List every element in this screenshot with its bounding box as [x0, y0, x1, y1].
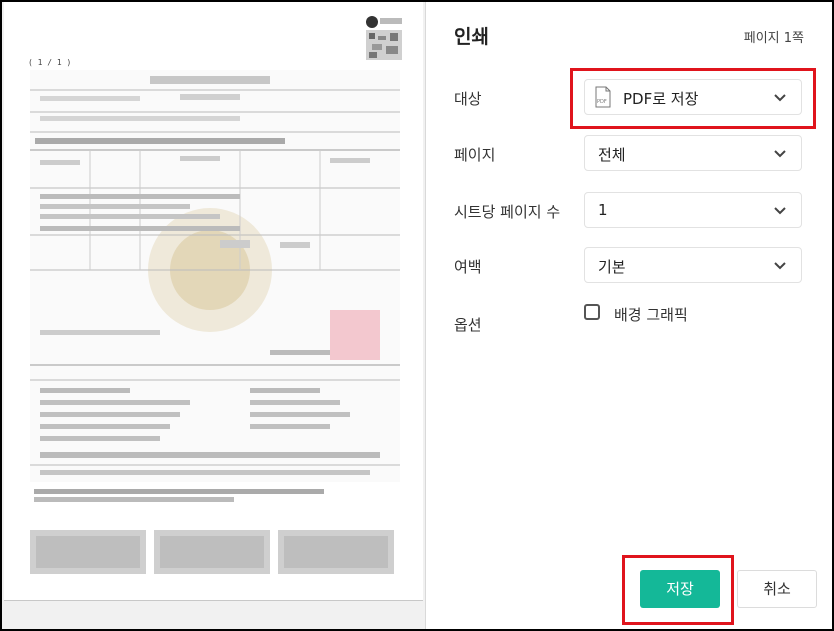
page-count: 페이지 1쪽 — [743, 31, 804, 46]
destination-label: 대상 — [454, 90, 482, 108]
save-button[interactable]: 저장 — [640, 570, 720, 608]
chevron-down-icon — [774, 262, 786, 270]
qr-code-icon — [366, 16, 402, 60]
preview-page: ( 1 / 1 ) — [4, 2, 423, 601]
chevron-down-icon — [774, 150, 786, 158]
svg-text:PDF: PDF — [597, 99, 607, 105]
document-barcodes — [30, 530, 394, 574]
margins-label: 여백 — [454, 258, 482, 276]
pages-per-sheet-label: 시트당 페이지 수 — [454, 203, 561, 221]
pages-per-sheet-select[interactable]: 1 — [584, 192, 802, 228]
options-label: 옵션 — [454, 316, 482, 334]
margins-value: 기본 — [598, 258, 626, 276]
print-preview-pane: ( 1 / 1 ) — [2, 2, 426, 629]
chevron-down-icon — [774, 94, 786, 102]
chevron-down-icon — [774, 207, 786, 215]
destination-select[interactable]: PDF PDF로 저장 — [584, 79, 802, 115]
pages-label: 페이지 — [454, 146, 496, 164]
document-footer-text — [34, 489, 324, 502]
background-graphics-label[interactable]: 배경 그래픽 — [614, 304, 688, 325]
print-settings-panel: 인쇄 페이지 1쪽 대상 PDF PDF로 저장 페이지 전체 시트당 페이지 … — [426, 2, 832, 629]
pdf-file-icon: PDF — [595, 86, 611, 108]
pages-value: 전체 — [598, 146, 626, 164]
dialog-title: 인쇄 — [454, 26, 489, 48]
background-graphics-checkbox[interactable] — [584, 304, 600, 320]
cancel-button[interactable]: 취소 — [737, 570, 817, 608]
pages-per-sheet-value: 1 — [598, 201, 608, 219]
document-preview-content — [30, 70, 400, 482]
margins-select[interactable]: 기본 — [584, 247, 802, 283]
print-dialog: ( 1 / 1 ) 인쇄 페이지 1쪽 대상 PDF PDF로 저장 페이지 전… — [2, 2, 832, 629]
pages-select[interactable]: 전체 — [584, 135, 802, 171]
destination-value: PDF로 저장 — [623, 90, 699, 108]
preview-page-counter: ( 1 / 1 ) — [28, 58, 72, 67]
